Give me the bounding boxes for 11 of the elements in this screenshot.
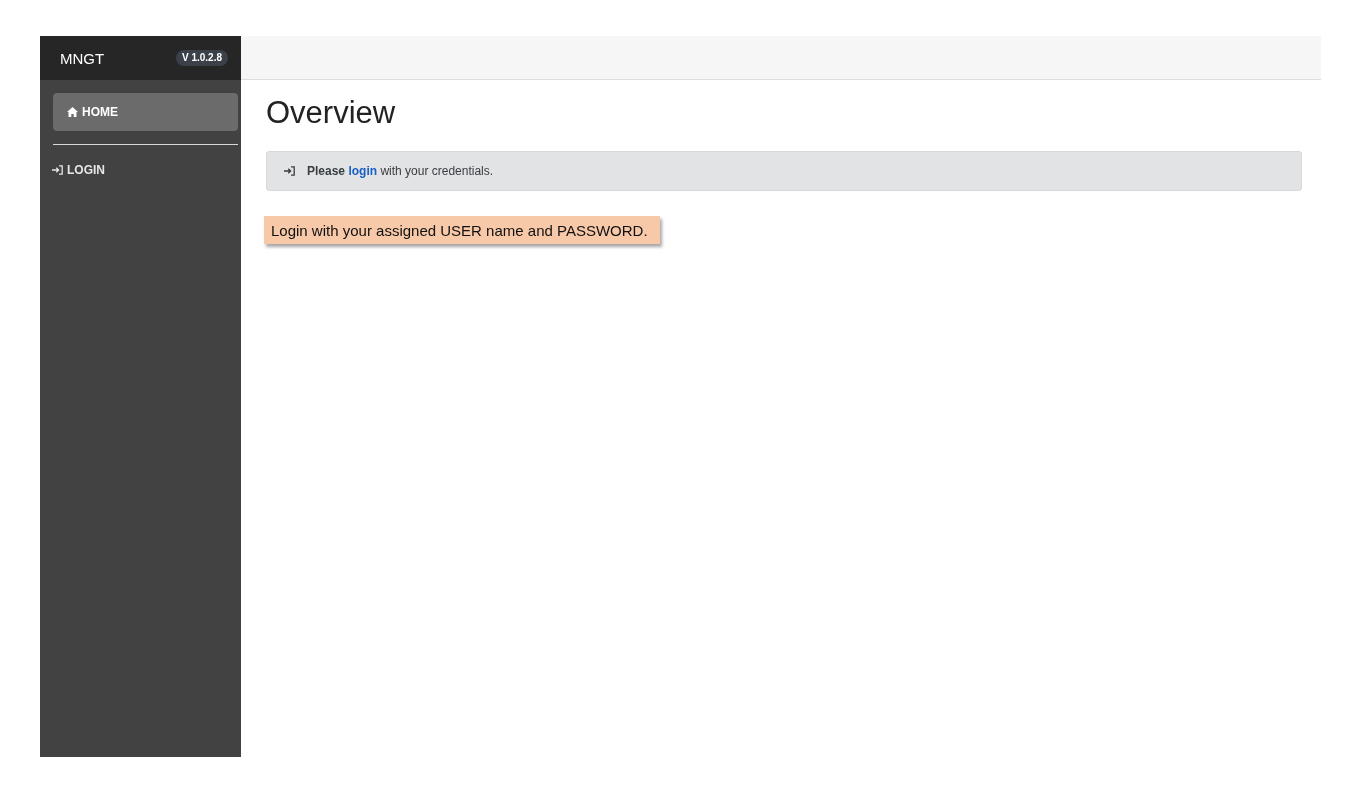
nav-item[interactable]: HOME (53, 93, 238, 131)
login-icon (52, 165, 63, 175)
house-icon (67, 107, 78, 117)
login-icon (284, 166, 295, 176)
login-link[interactable]: login (348, 164, 378, 178)
page-heading: Overview (266, 95, 397, 131)
nav-item[interactable]: LOGIN (52, 151, 238, 189)
version-badge: V 1.0.2.8 (175, 50, 228, 66)
brand-name: MNGT (60, 49, 105, 67)
alert-message: Please login with your credentials. (307, 164, 494, 178)
annotation-note: Login with your assigned USER name and PASSWORD. (264, 216, 660, 244)
